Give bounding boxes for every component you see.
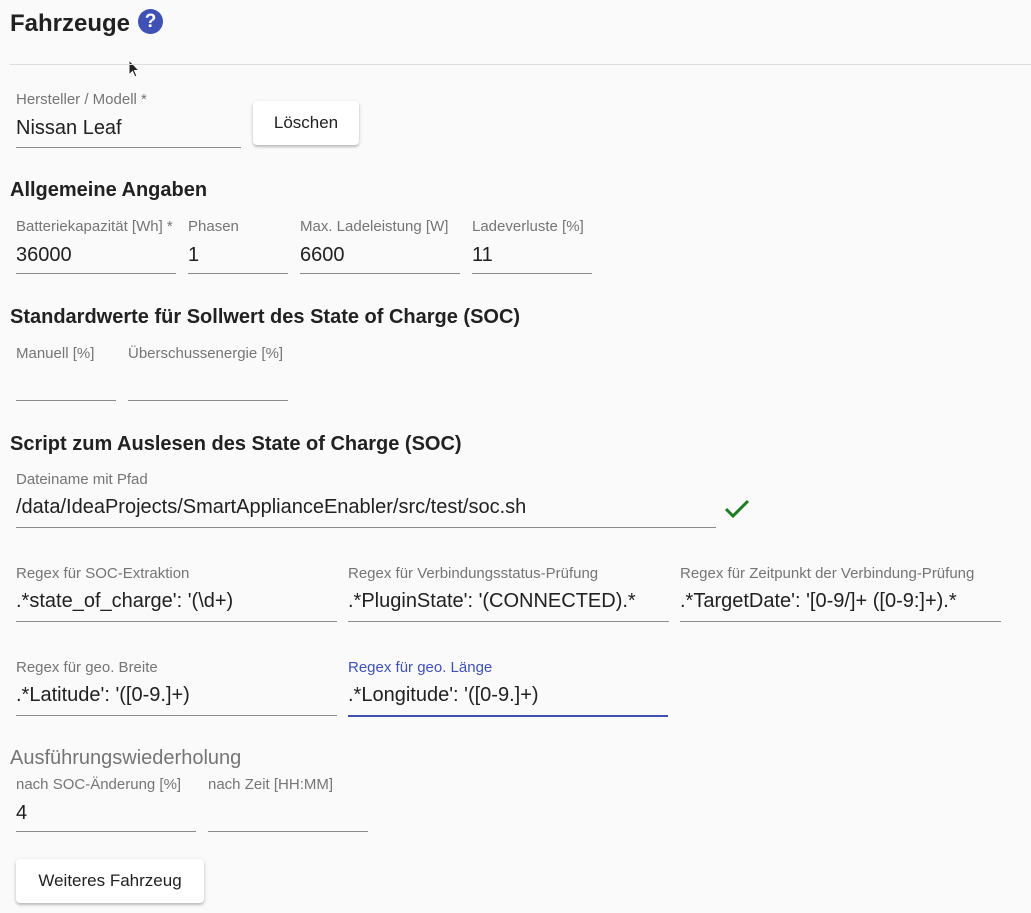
mouse-pointer-icon — [128, 59, 141, 78]
soc-change-field[interactable]: nach SOC-Änderung [%] 4 — [16, 776, 196, 833]
model-label: Hersteller / Modell * — [16, 91, 147, 108]
regex-longitude-field[interactable]: Regex für geo. Länge .*Longitude': '([0-… — [348, 659, 668, 718]
repeat-time-label: nach Zeit [HH:MM] — [208, 776, 334, 793]
manual-soc-field[interactable]: Manuell [%] — [16, 345, 116, 402]
surplus-soc-field[interactable]: Überschussenergie [%] — [128, 345, 288, 402]
regex-time-input[interactable]: .*TargetDate': '[0-9/]+ ([0-9:]+).* — [680, 589, 957, 613]
regex-soc-label: Regex für SOC-Extraktion — [16, 565, 190, 582]
battery-capacity-input[interactable]: 36000 — [16, 243, 72, 267]
regex-latitude-field[interactable]: Regex für geo. Breite .*Latitude': '([0-… — [16, 659, 337, 717]
surplus-soc-label: Überschussenergie [%] — [128, 345, 284, 362]
help-circle-icon[interactable]: ? — [138, 9, 163, 34]
charge-loss-label: Ladeverluste [%] — [472, 218, 584, 235]
charge-loss-underline — [472, 273, 592, 274]
charge-loss-input[interactable]: 11 — [472, 243, 493, 267]
add-vehicle-button[interactable]: Weiteres Fahrzeug — [16, 859, 204, 903]
soc-change-label: nach SOC-Änderung [%] — [16, 776, 182, 793]
regex-connection-underline — [348, 621, 669, 622]
regex-longitude-input[interactable]: .*Longitude': '([0-9.]+) — [348, 683, 539, 707]
regex-soc-underline — [16, 621, 337, 622]
model-field[interactable]: Hersteller / Modell * Nissan Leaf — [16, 91, 241, 148]
regex-time-field[interactable]: Regex für Zeitpunkt der Verbindung-Prüfu… — [680, 565, 1001, 622]
page-title: Fahrzeuge — [10, 10, 131, 37]
phases-label: Phasen — [188, 218, 239, 235]
manual-soc-label: Manuell [%] — [16, 345, 95, 362]
regex-connection-input[interactable]: .*PluginState': '(CONNECTED).* — [348, 589, 636, 613]
check-icon — [724, 499, 750, 519]
model-input[interactable]: Nissan Leaf — [16, 116, 122, 140]
battery-capacity-label: Batteriekapazität [Wh] * — [16, 218, 173, 235]
script-file-label: Dateiname mit Pfad — [16, 471, 148, 488]
script-file-input[interactable]: /data/IdeaProjects/SmartApplianceEnabler… — [16, 495, 526, 519]
regex-longitude-label: Regex für geo. Länge — [348, 659, 493, 676]
soc-script-heading: Script zum Auslesen des State of Charge … — [10, 433, 462, 455]
max-power-underline — [300, 273, 460, 274]
charge-loss-field[interactable]: Ladeverluste [%] 11 — [472, 218, 592, 275]
header-divider — [10, 64, 1031, 65]
regex-soc-input[interactable]: .*state_of_charge': '(\d+) — [16, 589, 233, 613]
regex-latitude-label: Regex für geo. Breite — [16, 659, 158, 676]
model-underline — [16, 147, 241, 148]
general-heading: Allgemeine Angaben — [10, 179, 208, 201]
repeat-time-underline — [208, 831, 368, 832]
regex-longitude-underline — [348, 715, 668, 717]
battery-capacity-underline — [16, 273, 176, 274]
script-file-field[interactable]: Dateiname mit Pfad /data/IdeaProjects/Sm… — [16, 471, 716, 528]
soc-change-underline — [16, 831, 196, 832]
regex-latitude-input[interactable]: .*Latitude': '([0-9.]+) — [16, 683, 190, 707]
phases-input[interactable]: 1 — [188, 243, 199, 267]
regex-connection-label: Regex für Verbindungsstatus-Prüfung — [348, 565, 599, 582]
script-file-underline — [16, 527, 716, 528]
soc-change-input[interactable]: 4 — [16, 801, 27, 825]
regex-latitude-underline — [16, 715, 337, 716]
max-power-input[interactable]: 6600 — [300, 243, 345, 267]
manual-soc-underline — [16, 400, 116, 401]
max-power-label: Max. Ladeleistung [W] — [300, 218, 449, 235]
regex-time-underline — [680, 621, 1001, 622]
repeat-time-field[interactable]: nach Zeit [HH:MM] — [208, 776, 368, 833]
soc-defaults-heading: Standardwerte für Sollwert des State of … — [10, 306, 521, 328]
delete-button[interactable]: Löschen — [253, 101, 359, 145]
repeat-heading: Ausführungswiederholung — [10, 747, 242, 769]
regex-connection-field[interactable]: Regex für Verbindungsstatus-Prüfung .*Pl… — [348, 565, 669, 622]
max-power-field[interactable]: Max. Ladeleistung [W] 6600 — [300, 218, 460, 275]
surplus-soc-underline — [128, 400, 288, 401]
regex-soc-field[interactable]: Regex für SOC-Extraktion .*state_of_char… — [16, 565, 337, 622]
battery-capacity-field[interactable]: Batteriekapazität [Wh] * 36000 — [16, 218, 176, 275]
phases-field[interactable]: Phasen 1 — [188, 218, 288, 275]
phases-underline — [188, 273, 288, 274]
regex-time-label: Regex für Zeitpunkt der Verbindung-Prüfu… — [680, 565, 975, 582]
